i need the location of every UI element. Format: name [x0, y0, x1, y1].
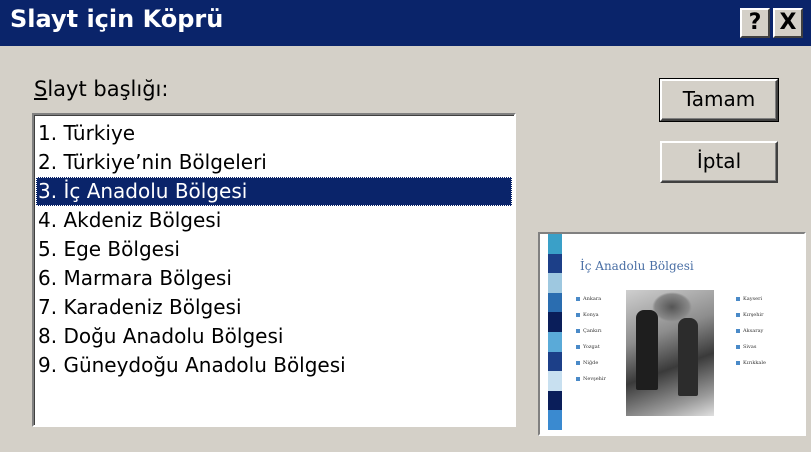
cancel-button[interactable]: İptal [660, 141, 778, 183]
preview-bullet: Ankara [576, 296, 606, 312]
bullet-text: Kırıkkale [743, 360, 766, 366]
bullet-icon [736, 328, 740, 333]
bullet-icon [576, 344, 580, 349]
photo-figure [636, 310, 658, 390]
slide-list[interactable]: 1. Türkiye 2. Türkiye’nin Bölgeleri 3. İç … [32, 113, 516, 427]
slide-list-item[interactable]: 4. Akdeniz Bölgesi [36, 206, 512, 235]
preview-bullet: Nevşehir [576, 376, 606, 392]
preview-bullet: Konya [576, 312, 606, 328]
slide-list-items: 1. Türkiye 2. Türkiye’nin Bölgeleri 3. İç … [36, 119, 512, 380]
label-text: layt başlığı: [47, 77, 169, 101]
slide-title-label: Slayt başlığı: [34, 77, 168, 101]
preview-slide-title: İç Anadolu Bölgesi [580, 259, 694, 273]
preview-bullet: Sivas [736, 344, 766, 360]
bullet-icon [736, 360, 740, 365]
stripe-block [548, 253, 562, 274]
slide-list-item[interactable]: 5. Ege Bölgesi [36, 235, 512, 264]
ok-button[interactable]: Tamam [659, 78, 779, 122]
bullet-icon [736, 344, 740, 349]
bullet-icon [736, 312, 740, 317]
stripe-block [548, 312, 562, 332]
label-accelerator: S [34, 77, 48, 101]
preview-bullet: Kayseri [736, 296, 766, 312]
bullet-text: Yozgat [583, 344, 600, 350]
bullet-text: Sivas [743, 344, 757, 350]
stripe-block [548, 371, 562, 391]
bullet-icon [736, 296, 740, 301]
slide-list-item[interactable]: 1. Türkiye [36, 119, 512, 148]
bullet-text: Kırşehir [743, 312, 764, 318]
bullet-text: Konya [583, 312, 599, 318]
help-button[interactable]: ? [740, 8, 770, 38]
title-bar[interactable]: Slayt için Köprü ? X [0, 0, 811, 46]
slide-list-item[interactable]: 3. İç Anadolu Bölgesi [36, 177, 512, 206]
preview-bullets-left: Ankara Konya Çankırı Yozgat Niğde Nevşehir [576, 296, 606, 392]
preview-bullet: Aksaray [736, 328, 766, 344]
stripe-block [548, 292, 562, 313]
close-button[interactable]: X [773, 8, 803, 38]
preview-bullet: Yozgat [576, 344, 606, 360]
bullet-icon [576, 360, 580, 365]
preview-photo [626, 290, 714, 416]
bullet-text: Ankara [583, 296, 602, 302]
bullet-text: Niğde [583, 360, 599, 366]
hyperlink-to-slide-dialog: Slayt için Köprü ? X Slayt başlığı: 1. T… [0, 0, 811, 452]
stripe-block [548, 351, 562, 372]
preview-bullet: Kırşehir [736, 312, 766, 328]
preview-bullet: Çankırı [576, 328, 606, 344]
slide-list-item[interactable]: 6. Marmara Bölgesi [36, 264, 512, 293]
bullet-text: Kayseri [743, 296, 763, 302]
slide-list-item[interactable]: 8. Doğu Anadolu Bölgesi [36, 322, 512, 351]
stripe-block [548, 390, 562, 411]
slide-preview: İç Anadolu Bölgesi Ankara Konya Çankırı Yoz… [538, 232, 806, 436]
stripe-block [548, 273, 562, 293]
slide-list-item[interactable]: 7. Karadeniz Bölgesi [36, 293, 512, 322]
preview-bullets-right: Kayseri Kırşehir Aksaray Sivas Kırıkkale [736, 296, 766, 376]
photo-figure [678, 318, 698, 396]
bullet-icon [576, 376, 580, 381]
preview-bullet: Kırıkkale [736, 360, 766, 376]
bullet-icon [576, 328, 580, 333]
stripe-block [548, 234, 562, 254]
bullet-icon [576, 312, 580, 317]
window-title: Slayt için Köprü [10, 5, 224, 33]
bullet-text: Çankırı [583, 328, 602, 334]
stripe-block [548, 332, 562, 352]
bullet-text: Aksaray [743, 328, 764, 334]
bullet-icon [576, 296, 580, 301]
bullet-text: Nevşehir [583, 376, 606, 382]
stripe-block [548, 410, 562, 430]
slide-list-item[interactable]: 9. Güneydoğu Anadolu Bölgesi [36, 351, 512, 380]
slide-list-item[interactable]: 2. Türkiye’nin Bölgeleri [36, 148, 512, 177]
preview-bullet: Niğde [576, 360, 606, 376]
